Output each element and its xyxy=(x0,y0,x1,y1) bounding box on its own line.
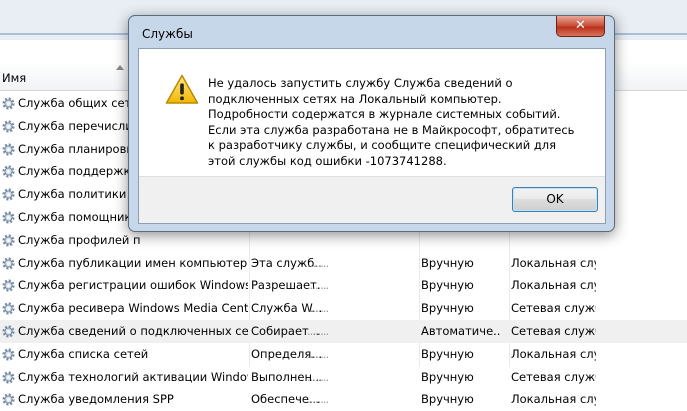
service-gear-icon xyxy=(2,143,15,156)
service-row[interactable]: Служба ресивера Windows Media Center Служ… xyxy=(0,297,687,320)
service-startup-type: Вручную xyxy=(421,346,474,361)
service-gear-icon xyxy=(2,234,15,247)
error-dialog: Службы ✕ Не удалось запустить службу Слу… xyxy=(128,15,615,232)
service-name: Служба публикации имен компьютер... xyxy=(18,255,248,270)
service-row[interactable]: Служба технологий активации Windows Выпол… xyxy=(0,366,687,389)
service-row[interactable]: Служба списка сетей Определя............ В… xyxy=(0,343,687,366)
service-gear-icon xyxy=(2,97,15,110)
service-gear-icon xyxy=(2,188,15,201)
service-logon-as: Локальная слу... xyxy=(511,255,596,270)
service-gear-icon xyxy=(2,120,15,133)
service-name: Служба ресивера Windows Media Center xyxy=(18,301,248,316)
truncated-dots: ......... xyxy=(307,392,329,407)
service-logon-as: Сетевая служба xyxy=(511,323,596,338)
service-startup-type: Автоматиче... xyxy=(421,323,501,338)
service-startup-type: Вручную xyxy=(421,278,474,293)
service-gear-icon xyxy=(2,370,15,384)
service-name: Служба сведений о подключенных сетях xyxy=(18,323,248,338)
service-name: Служба профилей п xyxy=(18,232,141,247)
service-gear-icon xyxy=(2,393,15,406)
service-logon-as: Сетевая служба xyxy=(511,301,596,316)
service-logon-as: Локальная слу... xyxy=(511,278,596,293)
close-button[interactable]: ✕ xyxy=(556,16,605,37)
service-name: Служба списка сетей xyxy=(18,346,149,361)
warning-icon xyxy=(165,74,199,104)
column-header-name[interactable]: Имя xyxy=(2,71,26,85)
service-gear-icon xyxy=(2,165,15,178)
dialog-content: Не удалось запустить службу Служба сведе… xyxy=(138,48,606,224)
service-row[interactable]: Служба публикации имен компьютер... Эта с… xyxy=(0,252,687,275)
service-startup-type: Вручную xyxy=(421,301,474,316)
service-gear-icon xyxy=(2,348,15,361)
truncated-dots: ......... xyxy=(307,278,329,293)
service-name: Служба уведомления SPP xyxy=(18,392,174,407)
service-row[interactable]: Служба сведений о подключенных сетях Соби… xyxy=(0,319,687,343)
service-gear-icon xyxy=(2,302,15,315)
service-gear-icon xyxy=(2,256,15,270)
dialog-button-bar: OK xyxy=(139,176,605,223)
service-logon-as: Локальная слу... xyxy=(511,346,596,361)
truncated-dots: ......... xyxy=(307,255,329,270)
service-row[interactable]: Служба уведомления SPP Обеспече..........… xyxy=(0,388,687,411)
service-name: Служба регистрации ошибок Windows xyxy=(18,278,248,293)
dialog-title: Службы xyxy=(142,27,193,41)
service-startup-type: Вручную xyxy=(421,392,474,407)
service-logon-as: Сетевая служба xyxy=(511,369,596,384)
sort-ascending-icon xyxy=(116,65,124,70)
error-message: Не удалось запустить службу Служба сведе… xyxy=(208,76,575,168)
service-gear-icon xyxy=(2,211,15,224)
truncated-dots: ......... xyxy=(307,301,329,316)
service-gear-icon xyxy=(2,325,15,338)
service-logon-as: Локальная слу... xyxy=(511,392,596,407)
service-row[interactable]: Служба регистрации ошибок Windows Разреша… xyxy=(0,274,687,297)
truncated-dots: ......... xyxy=(307,323,329,338)
service-startup-type: Вручную xyxy=(421,255,474,270)
service-startup-type: Вручную xyxy=(421,369,474,384)
truncated-dots: ......... xyxy=(307,346,329,361)
service-row[interactable]: Служба профилей п xyxy=(0,229,687,252)
service-gear-icon xyxy=(2,279,15,292)
truncated-dots: ......... xyxy=(307,369,329,384)
service-name: Служба технологий активации Windows xyxy=(18,369,248,384)
ok-button[interactable]: OK xyxy=(512,187,598,212)
